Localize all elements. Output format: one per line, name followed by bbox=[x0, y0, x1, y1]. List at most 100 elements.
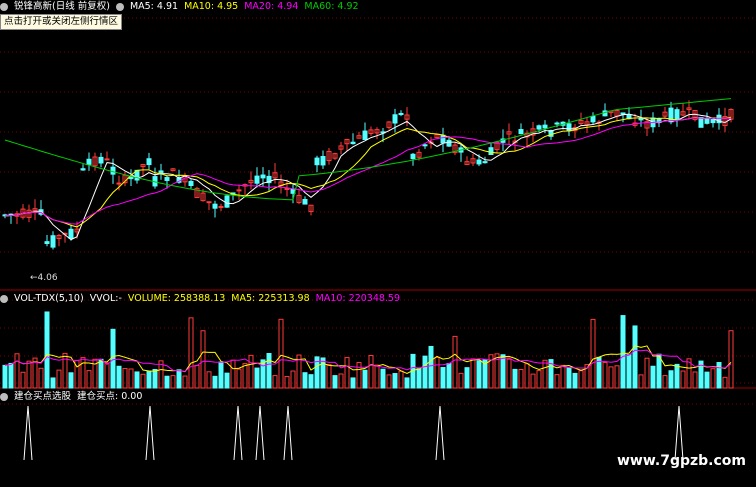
volume-bar bbox=[194, 364, 200, 389]
candle-body bbox=[518, 129, 524, 135]
volume-bar bbox=[440, 367, 446, 389]
toggle-quote-panel-tooltip[interactable]: 点击打开或关闭左侧行情区 bbox=[0, 14, 123, 30]
volume-bar bbox=[620, 315, 626, 389]
candle-body bbox=[536, 125, 542, 130]
settings-circle-icon[interactable] bbox=[0, 3, 8, 11]
volume-bar bbox=[164, 375, 170, 389]
volume-bar bbox=[638, 374, 644, 389]
volume-bar bbox=[728, 330, 734, 389]
volume-bar bbox=[542, 359, 548, 389]
candle-body bbox=[80, 168, 86, 171]
volume-bar bbox=[398, 370, 404, 389]
kline-chart[interactable] bbox=[0, 0, 756, 487]
volume-bar bbox=[128, 368, 134, 389]
volume-bar bbox=[452, 335, 458, 389]
volume-bar bbox=[566, 367, 572, 389]
buy-signal-spike bbox=[145, 405, 155, 461]
volume-bar bbox=[716, 362, 722, 389]
indicator-header: 建仓买点选股 建仓买点: 0.00 bbox=[0, 390, 142, 404]
volume-readout: VOLUME: 258388.13 bbox=[127, 293, 226, 304]
indicator-value: 建仓买点: 0.00 bbox=[77, 391, 143, 402]
volume-ma5-readout: MA5: 225313.98 bbox=[231, 293, 310, 304]
volume-bar bbox=[464, 367, 470, 389]
volume-bar bbox=[692, 371, 698, 389]
volume-mode: VVOL:- bbox=[89, 293, 122, 304]
candle-body bbox=[314, 157, 320, 166]
volume-bar bbox=[50, 377, 56, 389]
ma5-readout: MA5: 4.91 bbox=[129, 1, 179, 12]
volume-bar bbox=[254, 367, 260, 389]
buy-signal-spike bbox=[674, 405, 684, 461]
volume-bar bbox=[206, 371, 212, 389]
candle-body bbox=[50, 235, 56, 248]
volume-bar bbox=[446, 363, 452, 389]
volume-bar bbox=[608, 366, 614, 389]
low-price-label: ←4.06 bbox=[30, 273, 58, 283]
candle-body bbox=[674, 109, 680, 121]
indicator-settings-icon[interactable] bbox=[0, 393, 8, 401]
volume-bar bbox=[404, 377, 410, 389]
volume-bar bbox=[710, 368, 716, 389]
volume-bar bbox=[332, 375, 338, 389]
volume-bar bbox=[380, 368, 386, 389]
volume-bar bbox=[476, 360, 482, 389]
volume-bar bbox=[86, 370, 92, 389]
candle-body bbox=[392, 114, 398, 124]
volume-bar bbox=[8, 362, 14, 389]
volume-bar bbox=[422, 355, 428, 389]
candle-body bbox=[362, 130, 368, 140]
candle-body bbox=[320, 156, 326, 166]
indicator-name[interactable]: 建仓买点选股 bbox=[14, 390, 71, 404]
volume-bar bbox=[242, 363, 248, 389]
volume-bar bbox=[302, 372, 308, 389]
volume-bar bbox=[182, 375, 188, 389]
volume-bar bbox=[290, 370, 296, 389]
candle-body bbox=[260, 174, 266, 179]
volume-bar bbox=[350, 377, 356, 389]
volume-bar bbox=[104, 362, 110, 389]
volume-bar bbox=[224, 372, 230, 389]
volume-bar bbox=[560, 364, 566, 389]
volume-settings-icon[interactable] bbox=[0, 295, 8, 303]
candle-body bbox=[254, 175, 260, 184]
volume-indicator-name[interactable]: VOL-TDX(5,10) bbox=[14, 292, 84, 306]
volume-bar bbox=[146, 370, 152, 389]
toggle-circle-icon[interactable] bbox=[115, 3, 124, 11]
stock-title: 锐锋高新(日线 前复权) bbox=[14, 1, 110, 12]
volume-bar bbox=[554, 374, 560, 389]
volume-bar bbox=[656, 353, 662, 389]
candle-body bbox=[158, 170, 164, 174]
volume-bar bbox=[518, 368, 524, 389]
candle-body bbox=[284, 187, 290, 190]
volume-bar bbox=[266, 353, 272, 389]
volume-bar bbox=[278, 318, 284, 389]
candle-body bbox=[542, 124, 548, 129]
buy-signal-spike bbox=[435, 405, 445, 461]
candle-body bbox=[440, 134, 446, 144]
buy-signal-spike bbox=[255, 405, 265, 461]
volume-bar bbox=[200, 330, 206, 389]
volume-bar bbox=[530, 373, 536, 389]
volume-bar bbox=[434, 356, 440, 389]
candle-body bbox=[476, 159, 482, 165]
candle-body bbox=[212, 203, 218, 209]
volume-bar bbox=[590, 318, 596, 389]
candle-body bbox=[638, 118, 644, 121]
volume-bar bbox=[374, 364, 380, 389]
candle-body bbox=[410, 153, 416, 160]
volume-bar bbox=[626, 354, 632, 389]
candle-body bbox=[116, 182, 122, 185]
watermark: www.7gpzb.com bbox=[616, 453, 746, 469]
volume-bar bbox=[2, 364, 8, 389]
ma5-line bbox=[4, 113, 732, 241]
volume-bar bbox=[230, 359, 236, 389]
candle-body bbox=[302, 198, 308, 205]
volume-bar bbox=[44, 311, 50, 389]
candle-body bbox=[482, 161, 488, 164]
volume-bar bbox=[26, 360, 32, 389]
buy-signal-spike bbox=[23, 405, 33, 461]
ma20-readout: MA20: 4.94 bbox=[244, 1, 299, 12]
volume-bar bbox=[704, 371, 710, 389]
stock-chart-window: 锐锋高新(日线 前复权) MA5: 4.91 MA10: 4.95 MA20: … bbox=[0, 0, 756, 487]
volume-bar bbox=[632, 325, 638, 389]
